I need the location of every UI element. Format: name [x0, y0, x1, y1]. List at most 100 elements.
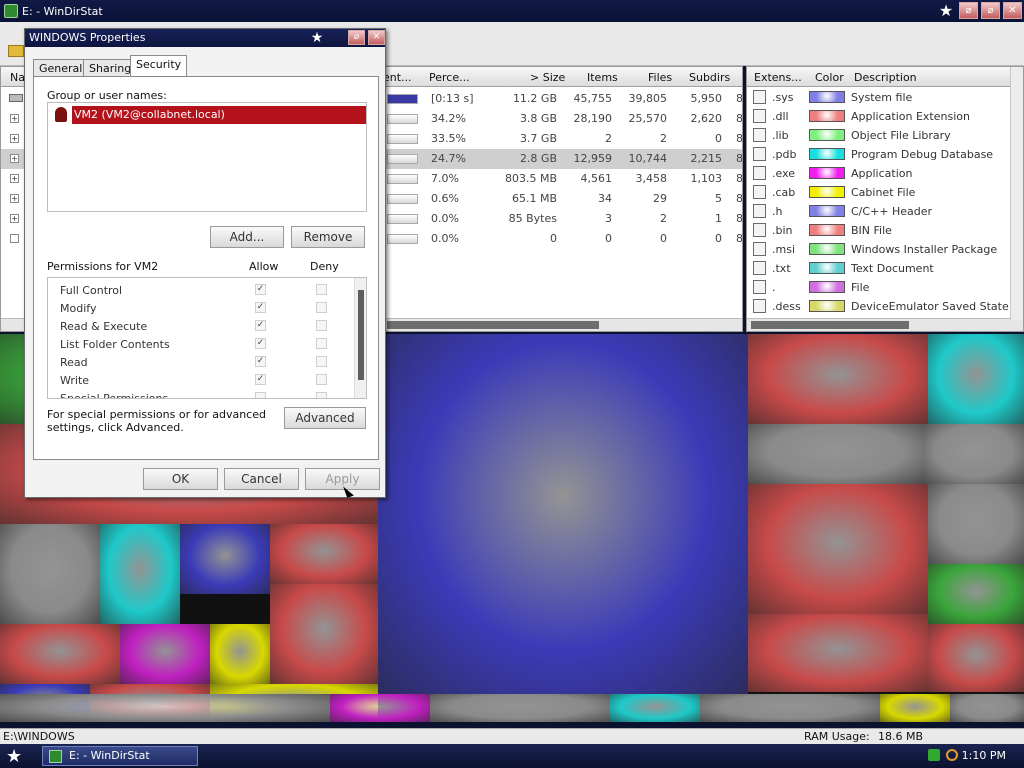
star-icon[interactable]: ★ [936, 2, 956, 19]
treemap-tile[interactable] [950, 694, 1024, 722]
col-name-header[interactable]: Na [10, 71, 25, 84]
treemap-tile[interactable] [210, 624, 270, 684]
taskbar-item-windirstat[interactable]: E: - WinDirStat [42, 746, 198, 766]
col-items-header[interactable]: Items [587, 71, 618, 84]
expand-icon[interactable]: + [10, 114, 19, 123]
deny-checkbox[interactable] [316, 338, 327, 349]
allow-checkbox[interactable]: ✓ [255, 374, 266, 385]
maximize-button[interactable]: ⌀ [981, 2, 1000, 19]
treemap-tile[interactable] [270, 524, 378, 584]
extension-row[interactable]: .h C/C++ Header [747, 202, 1023, 221]
col-subdirs-header[interactable]: Subdirs [689, 71, 730, 84]
deny-checkbox[interactable] [316, 374, 327, 385]
extension-row[interactable]: .msi Windows Installer Package [747, 240, 1023, 259]
start-star-icon[interactable]: ★ [6, 746, 22, 767]
treemap-tile[interactable] [0, 624, 120, 684]
treemap-tile[interactable] [928, 334, 1024, 424]
extension-row[interactable]: . File [747, 278, 1023, 297]
ext-name: .msi [772, 243, 795, 256]
col-subtree-header[interactable]: ent... [383, 71, 412, 84]
extension-row[interactable]: .sys System file [747, 88, 1023, 107]
deny-checkbox[interactable] [316, 320, 327, 331]
expand-icon[interactable]: + [10, 154, 19, 163]
scroll-thumb[interactable] [387, 321, 599, 329]
extension-row[interactable]: .dll Application Extension [747, 107, 1023, 126]
permissions-scrollbar[interactable] [354, 278, 366, 398]
col-files-header[interactable]: Files [648, 71, 672, 84]
treemap-tile[interactable] [100, 524, 180, 624]
search-icon[interactable] [946, 749, 958, 761]
deny-checkbox[interactable] [316, 284, 327, 295]
expand-icon[interactable]: + [10, 214, 19, 223]
allow-checkbox[interactable]: ✓ [255, 320, 266, 331]
treemap-tile[interactable] [120, 624, 210, 684]
selected-user[interactable]: VM2 (VM2@collabnet.local) [72, 106, 366, 124]
allow-checkbox[interactable]: ✓ [255, 302, 266, 313]
ram-usage-value: 18.6 MB [878, 730, 924, 743]
col-color-header[interactable]: Color [815, 71, 844, 84]
treemap-tile[interactable] [270, 584, 378, 684]
expand-icon[interactable]: + [10, 194, 19, 203]
treemap-tile[interactable] [924, 424, 1024, 484]
col-size-header[interactable]: > Size [530, 71, 565, 84]
extension-row[interactable]: .txt Text Document [747, 259, 1023, 278]
treemap-tile[interactable] [700, 694, 880, 722]
extension-row[interactable]: .cab Cabinet File [747, 183, 1023, 202]
treemap-tile[interactable] [378, 334, 748, 694]
treemap-tile[interactable] [748, 424, 924, 484]
deny-checkbox[interactable] [316, 356, 327, 367]
allow-checkbox[interactable]: ✓ [255, 356, 266, 367]
open-folder-icon[interactable] [8, 45, 24, 57]
extension-row[interactable]: .lib Object File Library [747, 126, 1023, 145]
tab-security[interactable]: Security [130, 55, 188, 77]
minimize-button[interactable]: ⌀ [959, 2, 978, 19]
allow-checkbox[interactable]: ✓ [255, 338, 266, 349]
help-button[interactable]: ⌀ [348, 30, 365, 45]
deny-checkbox[interactable] [316, 302, 327, 313]
col-percent-header[interactable]: Perce... [429, 71, 470, 84]
treemap-tile[interactable] [610, 694, 700, 722]
permissions-list[interactable]: Full Control ✓ Modify ✓ Read & Execute ✓ List … [47, 277, 367, 399]
extension-row[interactable]: .pdb Program Debug Database [747, 145, 1023, 164]
advanced-button[interactable]: Advanced [284, 407, 366, 429]
network-icon[interactable] [928, 749, 940, 761]
treemap-tile[interactable] [748, 614, 928, 692]
treemap-tile[interactable] [0, 694, 330, 722]
ext-horizontal-scrollbar[interactable] [747, 318, 1023, 331]
treemap-tile[interactable] [330, 694, 430, 722]
remove-button[interactable]: Remove [291, 226, 365, 248]
scroll-thumb[interactable] [751, 321, 909, 329]
col-ext-header[interactable]: Extens... [754, 71, 802, 84]
allow-checkbox[interactable]: ✓ [255, 284, 266, 295]
extension-row[interactable]: .exe Application [747, 164, 1023, 183]
user-list[interactable]: VM2 (VM2@collabnet.local) [47, 102, 367, 212]
treemap-tile[interactable] [748, 484, 928, 614]
treemap-tile[interactable] [880, 694, 950, 722]
cancel-button[interactable]: Cancel [224, 468, 299, 490]
ext-vertical-scrollbar[interactable] [1010, 67, 1023, 320]
close-button[interactable]: ✕ [1003, 2, 1022, 19]
expand-icon[interactable]: + [10, 134, 19, 143]
star-icon[interactable]: ★ [307, 29, 327, 47]
treemap-tile[interactable] [430, 694, 610, 722]
scroll-thumb[interactable] [358, 290, 364, 380]
extension-list[interactable]: Extens... Color Description .sys System f… [746, 66, 1024, 332]
treemap-tile[interactable] [928, 484, 1024, 564]
allow-checkbox[interactable] [255, 392, 266, 398]
extension-row[interactable]: .dess DeviceEmulator Saved State File [747, 297, 1023, 316]
expand-icon[interactable]: + [10, 174, 19, 183]
expand-icon[interactable] [10, 234, 19, 243]
treemap-tile[interactable] [180, 524, 270, 594]
col-desc-header[interactable]: Description [854, 71, 917, 84]
tab-general[interactable]: General [33, 59, 89, 77]
treemap-tile[interactable] [928, 624, 1024, 692]
treemap-tile[interactable] [748, 334, 928, 424]
ok-button[interactable]: OK [143, 468, 218, 490]
cell-percent: 33.5% [431, 132, 466, 145]
treemap-tile[interactable] [928, 564, 1024, 624]
dialog-close-button[interactable]: ✕ [368, 30, 385, 45]
extension-row[interactable]: .bin BIN File [747, 221, 1023, 240]
deny-checkbox[interactable] [316, 392, 327, 398]
treemap-tile[interactable] [0, 524, 100, 624]
add-button[interactable]: Add... [210, 226, 284, 248]
